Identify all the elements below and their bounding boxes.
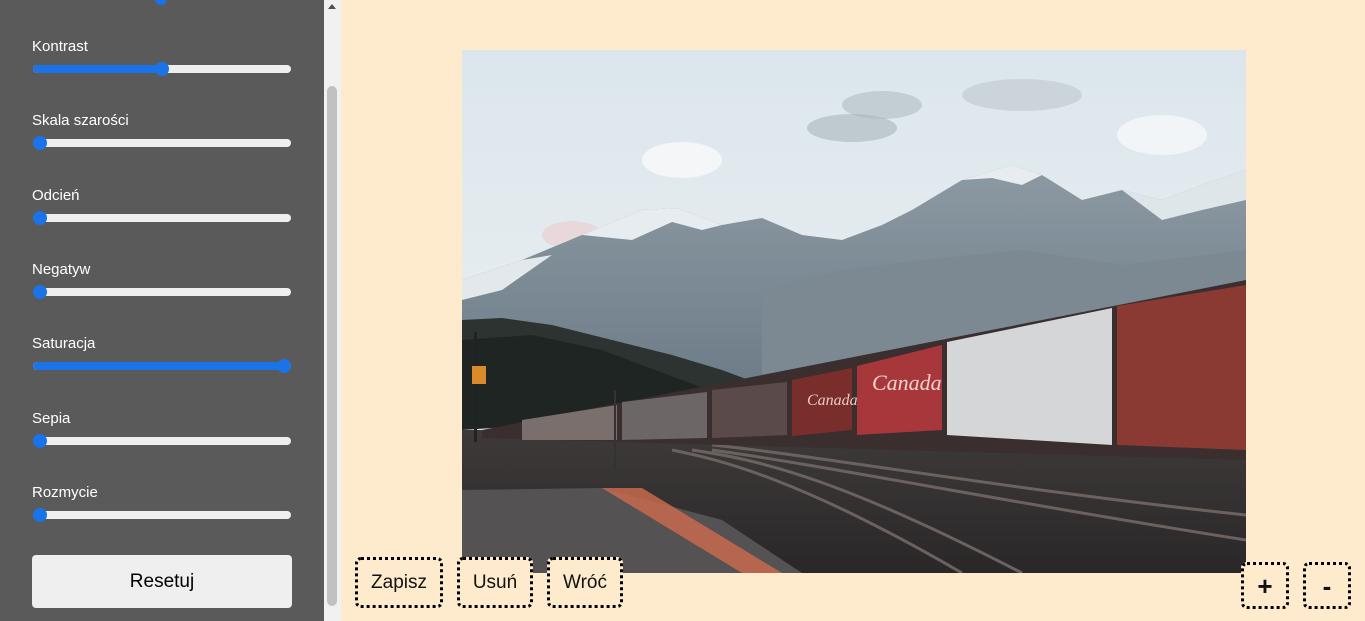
train-lettering: Canada (872, 370, 942, 395)
save-button[interactable]: Zapisz (355, 557, 443, 608)
back-button[interactable]: Wróć (547, 557, 623, 608)
sidebar-scrollbar[interactable] (324, 0, 341, 621)
sepia-slider[interactable] (33, 434, 291, 448)
saturation-slider[interactable] (33, 359, 291, 373)
previous-slider-thumb[interactable] (155, 0, 167, 5)
hue-slider[interactable] (33, 211, 291, 225)
saturation-label: Saturacja (32, 335, 96, 352)
edited-photo: Canada Canada (462, 50, 1246, 573)
contrast-label: Kontrast (32, 38, 88, 55)
invert-slider-thumb[interactable] (33, 285, 47, 299)
scroll-up-arrow-icon[interactable] (328, 4, 336, 9)
reset-button[interactable]: Resetuj (32, 555, 292, 608)
contrast-slider[interactable] (33, 62, 291, 76)
contrast-slider-fill (33, 65, 162, 73)
zoom-out-button[interactable]: - (1303, 562, 1351, 609)
train-lettering: Canada (807, 392, 858, 409)
saturation-slider-thumb[interactable] (277, 359, 291, 373)
hue-label: Odcień (32, 187, 80, 204)
grayscale-label: Skala szarości (32, 112, 129, 129)
invert-slider[interactable] (33, 285, 291, 299)
sepia-slider-thumb[interactable] (33, 434, 47, 448)
grayscale-slider[interactable] (33, 136, 291, 150)
blur-label: Rozmycie (32, 484, 98, 501)
delete-button[interactable]: Usuń (457, 557, 533, 608)
grayscale-slider-thumb[interactable] (33, 136, 47, 150)
filter-sidebar: Kontrast Skala szarości Odcień Negatyw S… (0, 0, 324, 621)
invert-label: Negatyw (32, 261, 91, 278)
contrast-slider-thumb[interactable] (155, 62, 169, 76)
blur-slider-thumb[interactable] (33, 508, 47, 522)
editor-canvas: Canada Canada Zapisz Usuń Wróć + - (341, 0, 1365, 621)
blur-slider[interactable] (33, 508, 291, 522)
zoom-in-button[interactable]: + (1241, 562, 1289, 609)
sepia-label: Sepia (32, 410, 71, 427)
saturation-slider-fill (33, 362, 284, 370)
hue-slider-thumb[interactable] (33, 211, 47, 225)
scrollbar-thumb[interactable] (327, 86, 337, 606)
